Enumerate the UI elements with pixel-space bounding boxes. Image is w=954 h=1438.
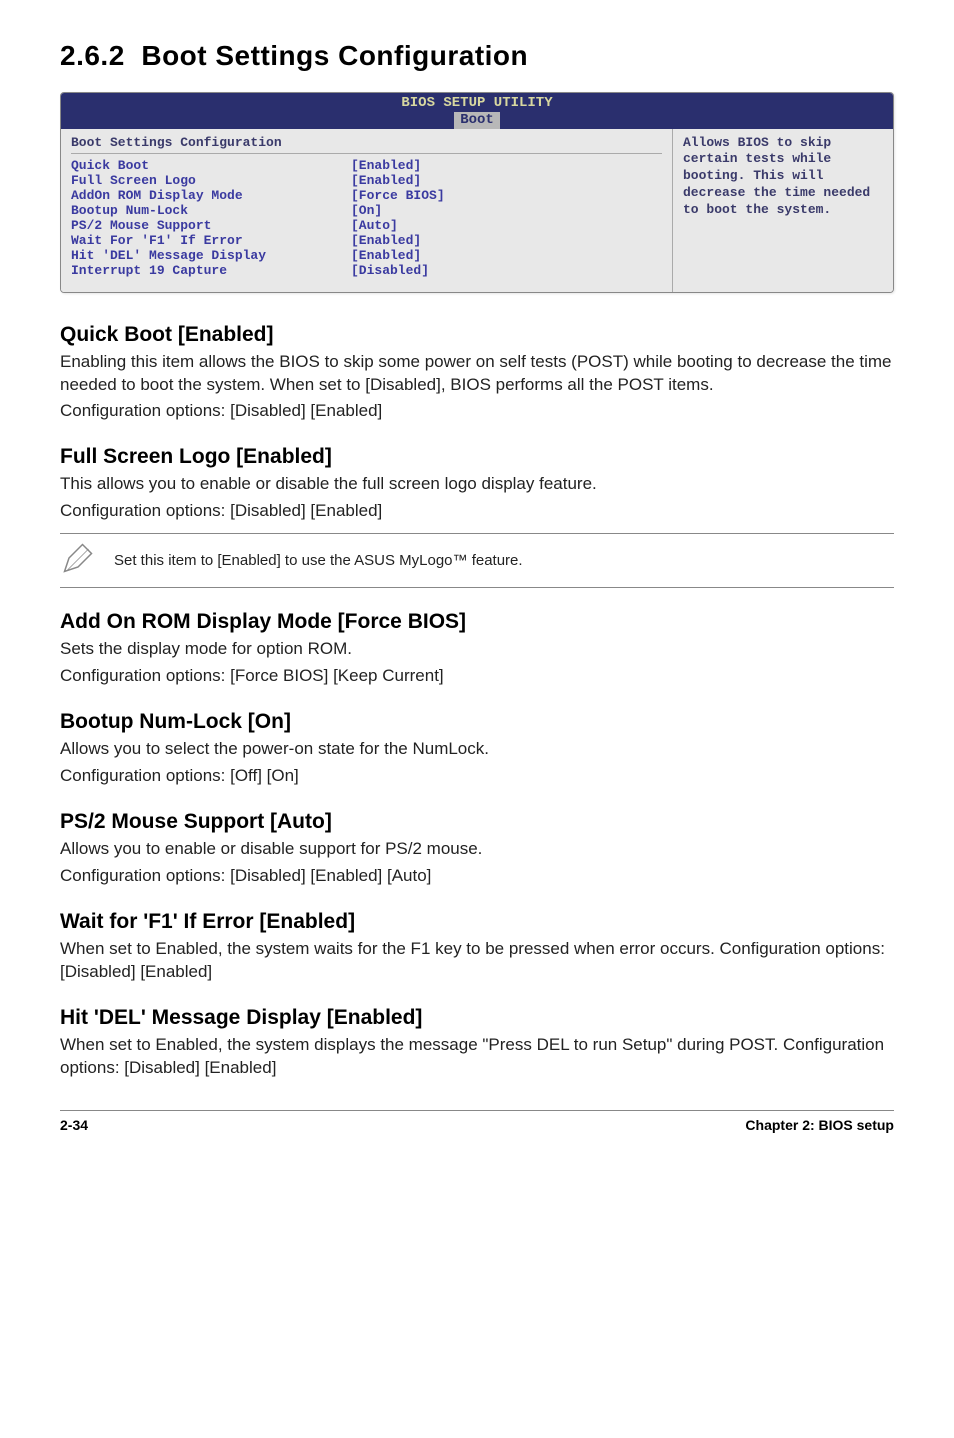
page-footer: 2-34 Chapter 2: BIOS setup (60, 1110, 894, 1133)
hit-del-title: Hit 'DEL' Message Display [Enabled] (60, 1006, 894, 1030)
hit-del-desc: When set to Enabled, the system displays… (60, 1034, 894, 1080)
bios-setting-row: Hit 'DEL' Message Display[Enabled] (71, 248, 662, 263)
pencil-icon (60, 540, 96, 581)
bios-setting-value: [Force BIOS] (351, 188, 445, 203)
bios-setting-value: [Enabled] (351, 158, 421, 173)
page-number: 2-34 (60, 1117, 88, 1133)
bios-setting-row: Wait For 'F1' If Error[Enabled] (71, 233, 662, 248)
bootup-numlock-desc: Allows you to select the power-on state … (60, 738, 894, 761)
bios-setting-label: Hit 'DEL' Message Display (71, 248, 351, 263)
bios-setting-label: AddOn ROM Display Mode (71, 188, 351, 203)
bios-setting-row: Interrupt 19 Capture[Disabled] (71, 263, 662, 278)
bios-setting-row: Bootup Num-Lock[On] (71, 203, 662, 218)
quick-boot-desc: Enabling this item allows the BIOS to sk… (60, 351, 894, 397)
bios-setting-value: [On] (351, 203, 382, 218)
bios-setting-value: [Enabled] (351, 248, 421, 263)
wait-f1-title: Wait for 'F1' If Error [Enabled] (60, 910, 894, 934)
bios-setting-label: Quick Boot (71, 158, 351, 173)
bios-title: BIOS SETUP UTILITY (61, 93, 893, 112)
bootup-numlock-opts: Configuration options: [Off] [On] (60, 765, 894, 788)
addon-rom-title: Add On ROM Display Mode [Force BIOS] (60, 610, 894, 634)
full-screen-logo-title: Full Screen Logo [Enabled] (60, 445, 894, 469)
bios-setting-value: [Enabled] (351, 233, 421, 248)
section-number: 2.6.2 (60, 40, 125, 71)
bios-setting-label: Bootup Num-Lock (71, 203, 351, 218)
bios-panel-title: Boot Settings Configuration (71, 135, 662, 154)
bios-setting-row: AddOn ROM Display Mode[Force BIOS] (71, 188, 662, 203)
chapter-label: Chapter 2: BIOS setup (745, 1117, 894, 1133)
bios-setting-row: Full Screen Logo[Enabled] (71, 173, 662, 188)
bios-setting-value: [Auto] (351, 218, 398, 233)
note-text: Set this item to [Enabled] to use the AS… (114, 552, 523, 569)
bios-setting-label: PS/2 Mouse Support (71, 218, 351, 233)
ps2-mouse-title: PS/2 Mouse Support [Auto] (60, 810, 894, 834)
bios-help-panel: Allows BIOS to skip certain tests while … (672, 129, 893, 292)
full-screen-logo-opts: Configuration options: [Disabled] [Enabl… (60, 500, 894, 523)
bios-header: BIOS SETUP UTILITY Boot (61, 93, 893, 129)
section-title: Boot Settings Configuration (141, 40, 528, 71)
section-heading: 2.6.2 Boot Settings Configuration (60, 40, 894, 72)
note-box: Set this item to [Enabled] to use the AS… (60, 533, 894, 588)
bios-setting-value: [Enabled] (351, 173, 421, 188)
addon-rom-desc: Sets the display mode for option ROM. (60, 638, 894, 661)
bios-setting-label: Wait For 'F1' If Error (71, 233, 351, 248)
ps2-mouse-desc: Allows you to enable or disable support … (60, 838, 894, 861)
quick-boot-title: Quick Boot [Enabled] (60, 323, 894, 347)
bios-setting-row: Quick Boot[Enabled] (71, 158, 662, 173)
bios-setting-label: Full Screen Logo (71, 173, 351, 188)
ps2-mouse-opts: Configuration options: [Disabled] [Enabl… (60, 865, 894, 888)
bios-setting-label: Interrupt 19 Capture (71, 263, 351, 278)
bios-left-panel: Boot Settings Configuration Quick Boot[E… (61, 129, 672, 292)
bios-setting-row: PS/2 Mouse Support[Auto] (71, 218, 662, 233)
bootup-numlock-title: Bootup Num-Lock [On] (60, 710, 894, 734)
full-screen-logo-desc: This allows you to enable or disable the… (60, 473, 894, 496)
wait-f1-desc: When set to Enabled, the system waits fo… (60, 938, 894, 984)
bios-screenshot: BIOS SETUP UTILITY Boot Boot Settings Co… (60, 92, 894, 293)
bios-tab-boot: Boot (454, 112, 500, 129)
addon-rom-opts: Configuration options: [Force BIOS] [Kee… (60, 665, 894, 688)
bios-setting-value: [Disabled] (351, 263, 429, 278)
quick-boot-opts: Configuration options: [Disabled] [Enabl… (60, 400, 894, 423)
